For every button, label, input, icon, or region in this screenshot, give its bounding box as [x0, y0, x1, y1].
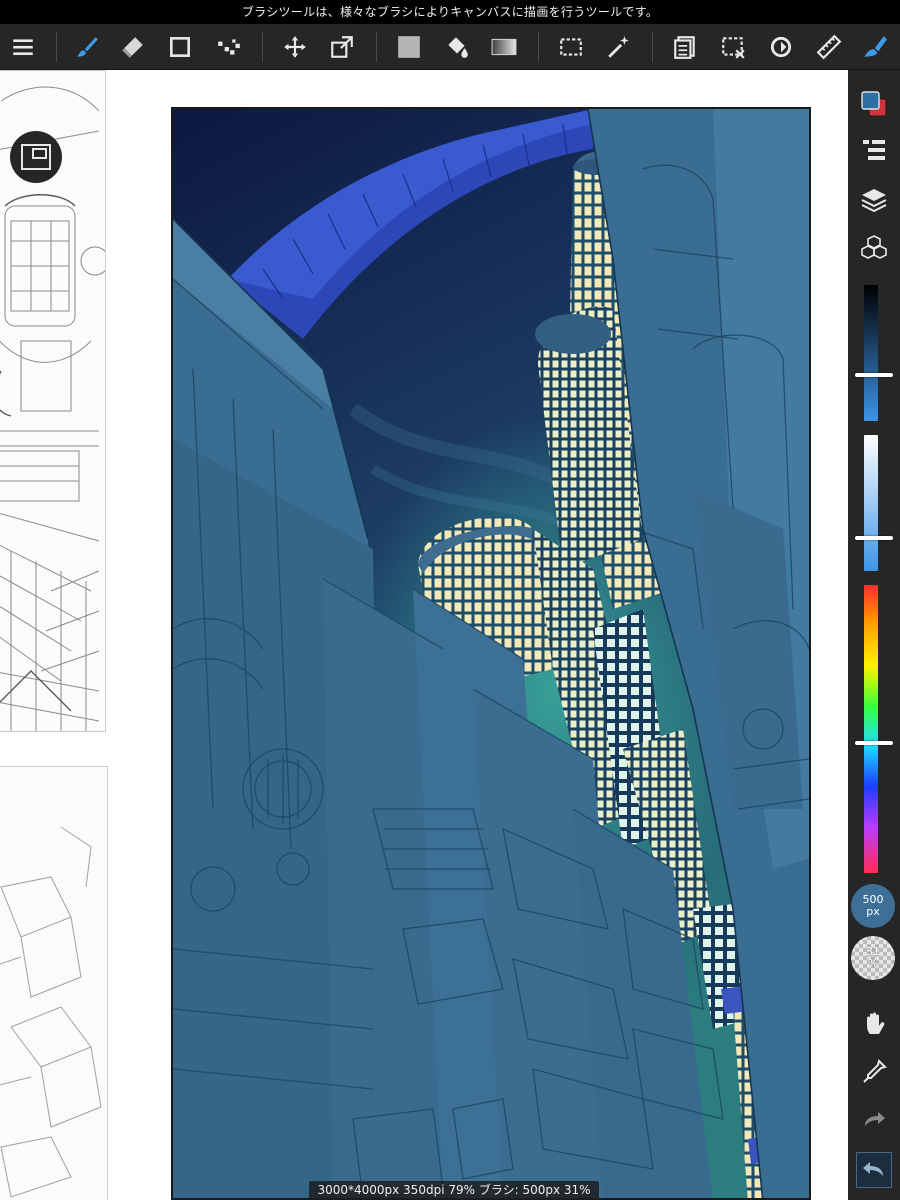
gradient-icon — [491, 38, 517, 56]
saturation-slider[interactable] — [855, 435, 893, 571]
ruler-icon — [816, 34, 842, 60]
undo-button[interactable] — [856, 1152, 892, 1188]
select-tool-button[interactable] — [554, 30, 588, 64]
materials-cube-icon — [861, 235, 887, 259]
brush-list-button[interactable] — [856, 132, 892, 168]
slider-handle[interactable] — [855, 536, 893, 541]
toolbar-separator — [376, 32, 377, 62]
main-toolbar — [0, 24, 900, 70]
deselect-icon — [722, 37, 745, 59]
rotate-icon — [770, 36, 792, 58]
layers-icon — [861, 189, 887, 213]
gradient-tool-button[interactable] — [487, 30, 521, 64]
eyedropper-button[interactable] — [856, 1054, 892, 1090]
move-icon — [284, 36, 306, 58]
fill-color-button[interactable] — [392, 30, 426, 64]
brush-settings-icon — [864, 36, 887, 57]
undo-icon — [863, 1162, 883, 1176]
deselect-button[interactable] — [716, 30, 750, 64]
opacity-unit: % — [867, 957, 879, 970]
sketch-page-thumbnail[interactable] — [0, 766, 108, 1200]
main-canvas-artwork[interactable] — [171, 107, 811, 1200]
right-side-panel: 500 px 31 % — [848, 70, 900, 1200]
bucket-tool-button[interactable] — [440, 30, 474, 64]
brush-settings-button[interactable] — [858, 30, 892, 64]
toolbar-separator — [262, 32, 263, 62]
brush-tool-button[interactable] — [70, 30, 104, 64]
magic-wand-button[interactable] — [602, 30, 636, 64]
tool-tip-bar: ブラシツールは、様々なブラシによりキャンバスに描画を行うツールです。 — [0, 0, 900, 24]
menu-button[interactable] — [6, 30, 40, 64]
page-view-button[interactable] — [10, 131, 62, 183]
hue-slider[interactable] — [855, 585, 893, 873]
hand-tool-button[interactable] — [856, 1006, 892, 1042]
brightness-slider[interactable] — [855, 285, 893, 421]
color-swatch-icon — [861, 91, 887, 117]
menu-icon — [13, 39, 33, 56]
medibang-app: ブラシツールは、様々なブラシによりキャンバスに描画を行うツールです。 3000*… — [0, 0, 900, 1200]
color-swatch-button[interactable] — [856, 86, 892, 122]
opacity-badge[interactable]: 31 % — [851, 936, 895, 980]
transform-tool-button[interactable] — [325, 30, 359, 64]
city-illustration — [173, 109, 809, 1198]
hand-icon — [867, 1012, 885, 1034]
bucket-icon — [448, 37, 468, 58]
slider-handle[interactable] — [855, 372, 893, 377]
brush-size-badge[interactable]: 500 px — [851, 884, 895, 928]
brush-list-icon — [863, 140, 885, 160]
sketch-lines — [0, 826, 102, 1198]
canvas-info-bar: 3000*4000px 350dpi 79% ブラシ: 500px 31% — [309, 1181, 599, 1200]
select-icon — [560, 38, 582, 56]
toolbar-separator — [538, 32, 539, 62]
canvas-area[interactable]: 3000*4000px 350dpi 79% ブラシ: 500px 31% — [0, 70, 848, 1200]
toolbar-separator — [652, 32, 653, 62]
transform-icon — [331, 36, 353, 58]
brush-icon — [77, 37, 98, 57]
layers-button[interactable] — [856, 182, 892, 218]
shape-icon — [170, 37, 190, 57]
magic-wand-icon — [608, 36, 629, 58]
redo-button[interactable] — [856, 1102, 892, 1138]
dot-tool-button[interactable] — [212, 30, 246, 64]
copy-icon — [674, 36, 695, 59]
slider-handle[interactable] — [855, 741, 893, 746]
tool-tip-text: ブラシツールは、様々なブラシによりキャンバスに描画を行うツールです。 — [241, 5, 659, 19]
eyedropper-icon — [863, 1059, 887, 1083]
rotate-canvas-button[interactable] — [764, 30, 798, 64]
brush-size-unit: px — [866, 905, 880, 918]
eraser-tool-button[interactable] — [116, 30, 150, 64]
ruler-tool-button[interactable] — [812, 30, 846, 64]
page-view-icon — [21, 144, 51, 170]
move-tool-button[interactable] — [278, 30, 312, 64]
eraser-icon — [122, 37, 143, 58]
materials-button[interactable] — [856, 230, 892, 266]
canvas-info-text: 3000*4000px 350dpi 79% ブラシ: 500px 31% — [317, 1183, 591, 1197]
dot-icon — [218, 39, 240, 55]
redo-icon — [865, 1112, 885, 1126]
toolbar-separator — [56, 32, 57, 62]
fill-color-icon — [398, 36, 420, 58]
copy-layer-button[interactable] — [668, 30, 702, 64]
shape-tool-button[interactable] — [163, 30, 197, 64]
